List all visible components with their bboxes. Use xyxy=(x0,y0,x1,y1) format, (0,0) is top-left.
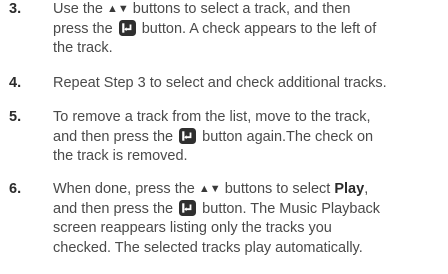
text-line: screen reappears listing only the tracks… xyxy=(53,220,332,236)
text-line: the track is removed. xyxy=(53,148,188,164)
up-down-arrows-icon: ▲▼ xyxy=(198,183,221,195)
text-line: the track. xyxy=(53,40,113,56)
up-down-arrows-icon: ▲▼ xyxy=(107,3,129,15)
enter-button-icon xyxy=(118,19,136,36)
play-label: Play xyxy=(334,181,365,197)
step-text: Use the ▲▼ buttons to select a track, an… xyxy=(53,0,448,59)
text-line: Repeat Step 3 to select and check additi… xyxy=(53,75,387,91)
step-number: 3. xyxy=(9,1,22,17)
step-number: 6. xyxy=(9,181,22,197)
step-text: When done, press the ▲▼ buttons to selec… xyxy=(53,180,448,258)
text-line: and then press the button again.The chec… xyxy=(53,127,374,145)
step-number: 5. xyxy=(9,109,22,125)
text-line: To remove a track from the list, move to… xyxy=(53,109,371,125)
step-number: 4. xyxy=(9,75,22,91)
enter-button-icon xyxy=(179,199,197,216)
step-text: Repeat Step 3 to select and check additi… xyxy=(53,74,448,94)
text-line: press the button. A check appears to the… xyxy=(53,19,377,37)
enter-button-icon xyxy=(179,127,197,144)
text-line: and then press the button. The Music Pla… xyxy=(53,199,381,217)
text-line: Use the ▲▼ buttons to select a track, an… xyxy=(53,1,351,17)
text-line: When done, press the ▲▼ buttons to selec… xyxy=(53,181,369,197)
step-text: To remove a track from the list, move to… xyxy=(53,108,448,167)
text-line: checked. The selected tracks play automa… xyxy=(53,239,363,256)
